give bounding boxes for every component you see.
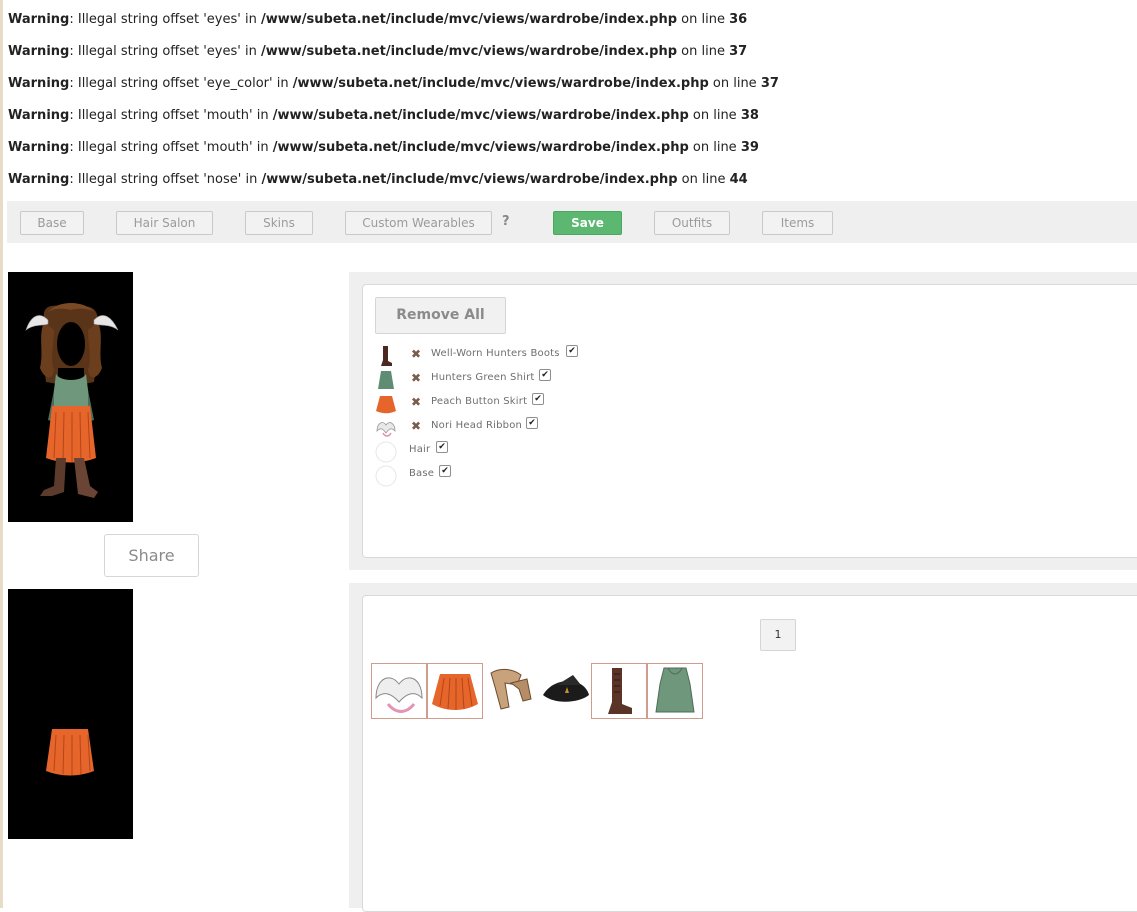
worn-item-checkbox[interactable]: ✔ <box>532 393 544 405</box>
worn-item-row: Base ✔ <box>375 465 675 487</box>
remove-all-button[interactable]: Remove All <box>375 297 506 334</box>
worn-item-label: Well-Worn Hunters Boots <box>431 348 560 359</box>
inventory-item[interactable] <box>539 663 595 719</box>
skirt-preview-figure <box>46 729 94 776</box>
worn-item-label: Hunters Green Shirt <box>431 372 535 383</box>
boot-icon <box>608 668 632 714</box>
worn-item-label: Hair <box>409 444 431 455</box>
php-warning: Warning: Illegal string offset 'eyes' in… <box>8 44 748 59</box>
worn-item-label: Nori Head Ribbon <box>431 420 523 431</box>
gloves-icon <box>490 668 532 710</box>
avatar-preview <box>8 272 133 522</box>
share-button[interactable]: Share <box>104 534 199 577</box>
inventory-item[interactable] <box>591 663 647 719</box>
page-1-button[interactable]: 1 <box>760 619 796 651</box>
worn-item-row: ✖ Hunters Green Shirt ✔ <box>375 369 675 391</box>
help-icon[interactable]: ? <box>502 214 510 229</box>
remove-item-icon[interactable]: ✖ <box>411 371 421 385</box>
inventory-panel: 1 <box>349 583 1137 912</box>
item-preview <box>8 589 133 839</box>
ribbon-wings-icon <box>375 677 423 713</box>
blank-circle-icon <box>375 465 397 487</box>
inventory-item[interactable] <box>483 663 539 719</box>
skirt-icon <box>432 674 478 710</box>
inventory-box: 1 <box>362 595 1137 912</box>
wardrobe-toolbar: Base Hair Salon Skins Custom Wearables ?… <box>7 201 1137 243</box>
inventory-item[interactable] <box>647 663 703 719</box>
page-left-border <box>0 0 3 908</box>
php-warning: Warning: Illegal string offset 'mouth' i… <box>8 108 759 123</box>
outfits-button[interactable]: Outfits <box>654 211 730 235</box>
hair-salon-button[interactable]: Hair Salon <box>116 211 213 235</box>
skins-button[interactable]: Skins <box>245 211 313 235</box>
custom-wearables-button[interactable]: Custom Wearables <box>345 211 492 235</box>
php-warning: Warning: Illegal string offset 'eyes' in… <box>8 12 748 27</box>
worn-item-checkbox[interactable]: ✔ <box>566 345 578 357</box>
worn-item-label: Base <box>409 468 435 479</box>
worn-item-row: ✖ Well-Worn Hunters Boots ✔ <box>375 345 675 367</box>
worn-item-label: Peach Button Skirt <box>431 396 528 407</box>
items-button[interactable]: Items <box>762 211 833 235</box>
worn-item-row: ✖ Peach Button Skirt ✔ <box>375 393 675 415</box>
inventory-item[interactable] <box>427 663 483 719</box>
php-warning: Warning: Illegal string offset 'eye_colo… <box>8 76 779 91</box>
worn-item-checkbox[interactable]: ✔ <box>439 465 451 477</box>
skirt-icon <box>376 396 396 414</box>
save-button[interactable]: Save <box>553 211 622 235</box>
php-warning: Warning: Illegal string offset 'mouth' i… <box>8 140 759 155</box>
worn-item-row: Hair ✔ <box>375 441 675 463</box>
worn-items-box: Remove All ✖ Well-Worn Hunters Boots ✔ ✖… <box>362 284 1137 558</box>
remove-item-icon[interactable]: ✖ <box>411 419 421 433</box>
base-button[interactable]: Base <box>20 211 84 235</box>
avatar-figure <box>25 303 119 498</box>
php-warning: Warning: Illegal string offset 'nose' in… <box>8 172 748 187</box>
remove-item-icon[interactable]: ✖ <box>411 347 421 361</box>
inventory-item[interactable] <box>371 663 427 719</box>
boot-icon <box>381 346 392 366</box>
shirt-icon <box>378 371 394 389</box>
remove-item-icon[interactable]: ✖ <box>411 395 421 409</box>
worn-item-checkbox[interactable]: ✔ <box>526 417 538 429</box>
blank-circle-icon <box>375 441 397 463</box>
shirt-icon <box>655 667 695 713</box>
worn-item-checkbox[interactable]: ✔ <box>539 369 551 381</box>
hat-icon <box>543 675 589 702</box>
worn-item-row: ✖ Nori Head Ribbon ✔ <box>375 417 675 439</box>
worn-item-checkbox[interactable]: ✔ <box>436 441 448 453</box>
worn-items-panel: Remove All ✖ Well-Worn Hunters Boots ✔ ✖… <box>349 272 1137 570</box>
ribbon-wings-icon <box>376 422 396 437</box>
